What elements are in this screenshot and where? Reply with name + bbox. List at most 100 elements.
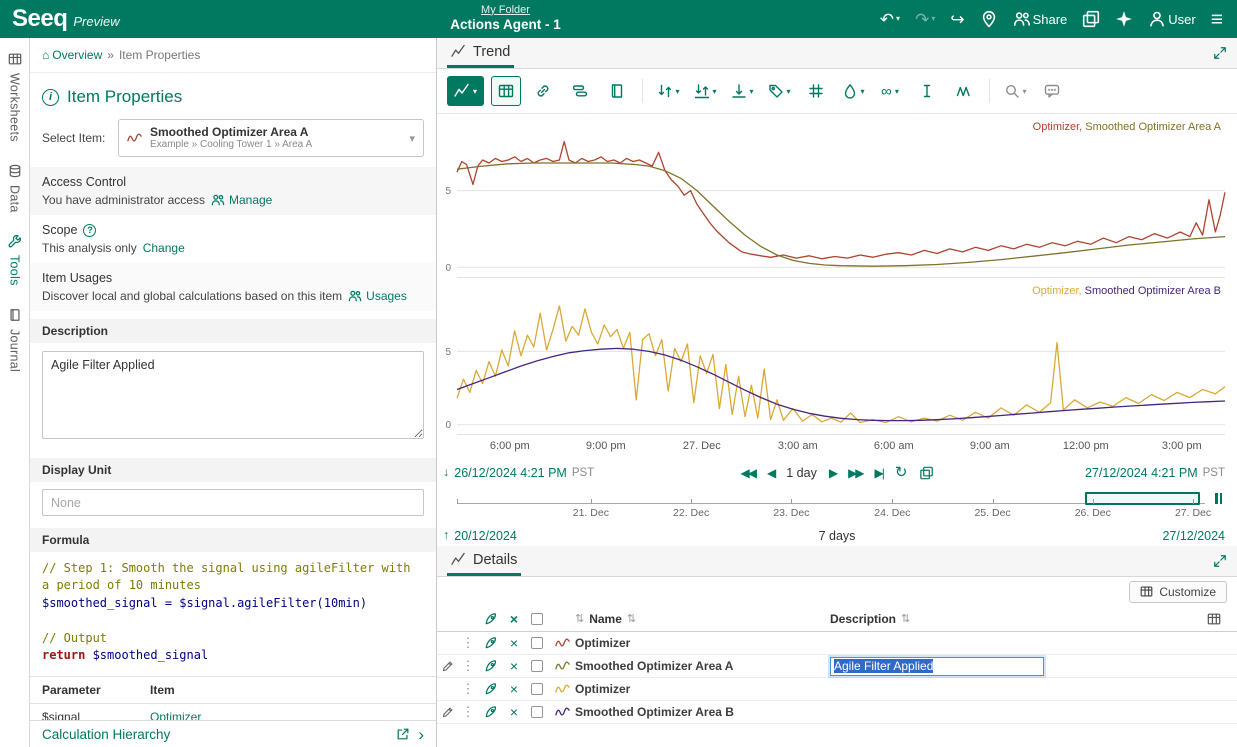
- user-button[interactable]: User: [1148, 10, 1195, 28]
- timezone-label[interactable]: PST: [572, 467, 594, 479]
- scrubber-selection[interactable]: [1085, 492, 1199, 505]
- details-row[interactable]: ⋮ × Smoothed Optimizer Area A Agile Filt…: [437, 655, 1237, 678]
- compare-view-button[interactable]: [602, 76, 632, 106]
- item-select-dropdown[interactable]: Smoothed Optimizer Area A Example » Cool…: [118, 119, 424, 157]
- zoom-button[interactable]: ▾: [1000, 76, 1030, 106]
- change-scope-link[interactable]: Change: [143, 241, 185, 255]
- one-axis-button[interactable]: ▾: [690, 76, 720, 106]
- row-actions-button[interactable]: [479, 705, 503, 719]
- tab-trend[interactable]: Trend: [447, 38, 514, 68]
- description-textarea[interactable]: Agile Filter Applied: [42, 351, 424, 439]
- step-back-fast-button[interactable]: ◀◀: [741, 466, 755, 480]
- sidebar-item-tools[interactable]: Tools: [8, 234, 22, 286]
- row-checkbox[interactable]: [525, 660, 549, 672]
- scrubber-handle[interactable]: [1215, 493, 1222, 504]
- row-checkbox[interactable]: [525, 706, 549, 718]
- seeq-logo[interactable]: Seeq Preview: [0, 5, 120, 33]
- row-actions-button[interactable]: [479, 636, 503, 650]
- share-button[interactable]: Share: [1013, 10, 1068, 28]
- row-menu-button[interactable]: ⋮: [457, 658, 479, 674]
- investigate-arrow-icon[interactable]: ↑: [443, 529, 449, 542]
- usages-link[interactable]: Usages: [348, 289, 407, 303]
- external-link-icon[interactable]: [396, 727, 410, 741]
- breadcrumb-overview-link[interactable]: ⌂Overview: [42, 48, 102, 62]
- details-row[interactable]: ⋮ × Optimizer: [437, 632, 1237, 655]
- legend-series-name[interactable]: Optimizer: [1032, 285, 1078, 297]
- remove-all-button[interactable]: ×: [503, 611, 525, 627]
- my-folder-link[interactable]: My Folder: [398, 4, 613, 18]
- sort-icon[interactable]: ⇅: [901, 612, 910, 625]
- step-forward-button[interactable]: ▶: [829, 466, 836, 480]
- trend-lane-top[interactable]: 05 Optimizer, Smoothed Optimizer Area A: [457, 114, 1225, 278]
- sidebar-item-journal[interactable]: Journal: [8, 308, 22, 372]
- row-actions-button[interactable]: [479, 682, 503, 696]
- undo-button[interactable]: ↶▾: [880, 11, 900, 28]
- display-range-duration[interactable]: 1 day: [786, 466, 817, 480]
- trend-chart-bottom[interactable]: 05: [457, 278, 1225, 435]
- legend-series-name[interactable]: Smoothed Optimizer Area B: [1085, 285, 1221, 297]
- formula-code[interactable]: // Step 1: Smooth the signal using agile…: [42, 560, 424, 664]
- interpolation-button[interactable]: [949, 76, 979, 106]
- expand-details-button[interactable]: [1213, 554, 1227, 568]
- row-menu-button[interactable]: ⋮: [457, 681, 479, 697]
- step-to-end-button[interactable]: ▶|: [875, 466, 883, 480]
- remove-item-button[interactable]: ×: [503, 635, 525, 651]
- edit-description-button[interactable]: [437, 660, 457, 673]
- display-unit-input[interactable]: [42, 489, 424, 516]
- item-name[interactable]: Optimizer: [575, 636, 830, 650]
- step-forward-fast-button[interactable]: ▶▶: [848, 466, 862, 480]
- forward-button[interactable]: ↪: [950, 11, 964, 28]
- investigate-range-start[interactable]: 20/12/2024: [454, 529, 517, 543]
- remove-item-button[interactable]: ×: [503, 658, 525, 674]
- chevron-right-icon[interactable]: ›: [418, 726, 424, 743]
- labels-button[interactable]: ▾: [764, 76, 794, 106]
- parameter-item-link[interactable]: Optimizer: [150, 710, 201, 720]
- capsule-time-button[interactable]: [565, 76, 595, 106]
- investigate-range-duration[interactable]: 7 days: [819, 529, 856, 543]
- capsule-summary-button[interactable]: ∞▾: [875, 76, 905, 106]
- remove-item-button[interactable]: ×: [503, 681, 525, 697]
- uncertainty-button[interactable]: ▾: [838, 76, 868, 106]
- display-range-end[interactable]: 27/12/2024 4:21 PM: [1085, 466, 1198, 480]
- select-all-checkbox[interactable]: [525, 613, 549, 625]
- item-name[interactable]: Optimizer: [575, 682, 830, 696]
- trend-chart-top[interactable]: 05: [457, 114, 1225, 278]
- gridlines-button[interactable]: [801, 76, 831, 106]
- investigate-range-end[interactable]: 27/12/2024: [1162, 529, 1225, 543]
- auto-update-button[interactable]: ↻: [895, 465, 908, 480]
- table-view-button[interactable]: [491, 76, 521, 106]
- duplicate-range-button[interactable]: [919, 466, 933, 480]
- display-pane-button[interactable]: ▾: [447, 76, 484, 106]
- trend-lane-bottom[interactable]: 05 Optimizer, Smoothed Optimizer Area B: [457, 278, 1225, 435]
- timezone-label[interactable]: PST: [1203, 467, 1225, 479]
- custom-layout-button[interactable]: ▾: [727, 76, 757, 106]
- one-lane-button[interactable]: ▾: [653, 76, 683, 106]
- item-name[interactable]: Smoothed Optimizer Area B: [575, 705, 830, 719]
- calculation-hierarchy-bar[interactable]: Calculation Hierarchy ›: [30, 720, 436, 747]
- step-back-button[interactable]: ◀: [767, 466, 774, 480]
- sidebar-item-data[interactable]: Data: [8, 164, 22, 213]
- main-menu-button[interactable]: ≡: [1211, 9, 1223, 30]
- name-column-header[interactable]: Name: [589, 612, 622, 626]
- send-all-button[interactable]: [479, 612, 503, 626]
- annotate-button[interactable]: [1037, 76, 1067, 106]
- remove-item-button[interactable]: ×: [503, 704, 525, 720]
- legend-series-name[interactable]: Optimizer: [1033, 121, 1079, 133]
- location-button[interactable]: [980, 10, 998, 28]
- chain-view-button[interactable]: [528, 76, 558, 106]
- sort-icon[interactable]: ⇅: [627, 612, 636, 625]
- ai-assistant-button[interactable]: [1115, 10, 1133, 28]
- details-row[interactable]: ⋮ × Smoothed Optimizer Area B: [437, 701, 1237, 724]
- edit-columns-button[interactable]: [1197, 612, 1231, 626]
- details-row[interactable]: ⋮ × Optimizer: [437, 678, 1237, 701]
- tab-details[interactable]: Details: [447, 546, 521, 576]
- description-column-header[interactable]: Description: [830, 612, 896, 626]
- row-actions-button[interactable]: [479, 659, 503, 673]
- question-icon[interactable]: ?: [83, 224, 96, 237]
- item-name[interactable]: Smoothed Optimizer Area A: [575, 659, 830, 673]
- range-start-arrow-icon[interactable]: ↓: [443, 466, 449, 479]
- row-checkbox[interactable]: [525, 683, 549, 695]
- row-checkbox[interactable]: [525, 637, 549, 649]
- row-menu-button[interactable]: ⋮: [457, 635, 479, 651]
- display-range-start[interactable]: 26/12/2024 4:21 PM: [454, 466, 567, 480]
